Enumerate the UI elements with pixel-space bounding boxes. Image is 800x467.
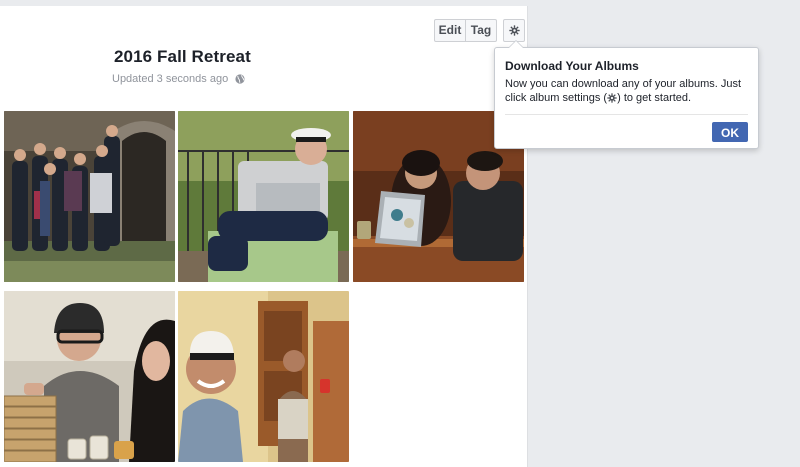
gear-icon <box>607 93 617 107</box>
tag-button[interactable]: Tag <box>466 19 497 42</box>
popover-body-line2-pre: click album settings ( <box>505 92 608 104</box>
photo-thumbnail-1[interactable] <box>4 111 175 282</box>
laptop-photo-image <box>178 111 349 282</box>
photo-thumbnail-4[interactable] <box>4 291 175 462</box>
captain-hat-photo-image <box>178 291 349 462</box>
photo-thumbnail-2[interactable] <box>178 111 349 282</box>
popover-body: Now you can download any of your albums.… <box>505 77 750 107</box>
jenga-photo-image <box>4 291 175 462</box>
photo-thumbnail-5[interactable] <box>178 291 349 462</box>
globe-icon[interactable] <box>235 74 245 84</box>
popover-body-line2-post: ) to get started. <box>617 92 692 104</box>
updated-timestamp[interactable]: Updated 3 seconds ago <box>112 73 228 85</box>
edit-button[interactable]: Edit <box>434 19 466 42</box>
gear-icon <box>508 25 520 36</box>
popover-divider <box>505 114 748 115</box>
album-toolbar: Edit Tag <box>434 19 525 42</box>
group-photo-image <box>4 111 175 282</box>
popover-title: Download Your Albums <box>505 59 639 73</box>
album-settings-button[interactable] <box>503 19 525 42</box>
album-meta: Updated 3 seconds ago <box>112 73 245 85</box>
download-albums-popover: Download Your Albums Now you can downloa… <box>494 40 759 149</box>
popover-arrow <box>508 40 524 48</box>
album-title: 2016 Fall Retreat <box>114 47 251 66</box>
album-panel: Edit Tag 2016 Fall Retreat Updated 3 sec… <box>0 6 528 467</box>
popover-body-line1: Now you can download any of your albums.… <box>505 78 742 90</box>
ok-button[interactable]: OK <box>712 122 748 142</box>
